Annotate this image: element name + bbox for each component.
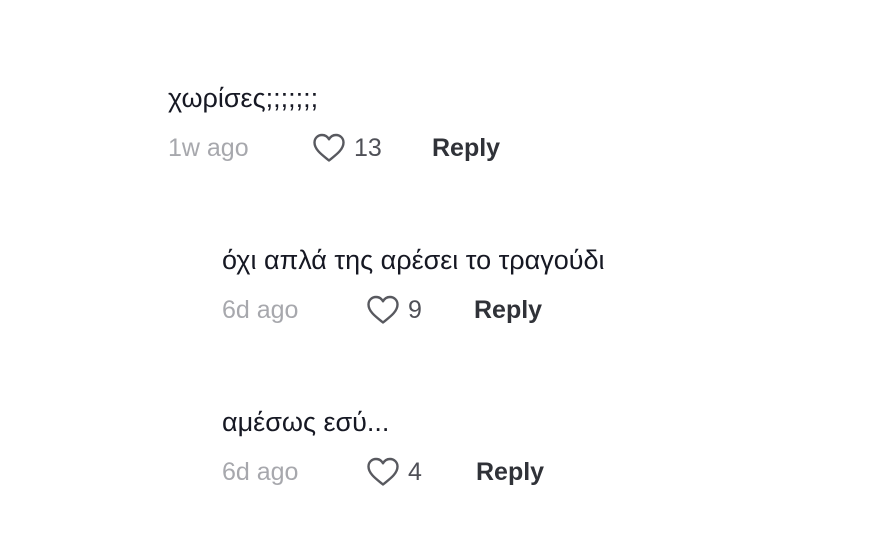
comments-page: { "comments": [ { "text": "χωρίσες;;;;;;… <box>0 0 880 539</box>
comment-timestamp: 1w ago <box>168 134 249 162</box>
like-count: 4 <box>408 458 422 486</box>
comment-timestamp: 6d ago <box>222 296 299 324</box>
reply-comment-item: όχι απλά της αρέσει το τραγούδι 6d ago 9… <box>222 242 605 328</box>
heart-outline-icon[interactable] <box>312 133 346 163</box>
reply-button[interactable]: Reply <box>476 454 544 490</box>
reply-comment-item: αμέσως εσύ... 6d ago 4 Reply <box>222 404 544 490</box>
reply-button[interactable]: Reply <box>474 292 542 328</box>
comment-meta: 6d ago 9 Reply <box>222 292 605 328</box>
like-button[interactable]: 9 <box>366 292 422 328</box>
like-count: 9 <box>408 296 422 324</box>
comment-text: αμέσως εσύ... <box>222 407 390 437</box>
comment-timestamp: 6d ago <box>222 458 299 486</box>
comment-text: χωρίσες;;;;;;; <box>168 83 319 113</box>
comment-item: χωρίσες;;;;;;; 1w ago 13 Reply <box>168 80 500 166</box>
like-count: 13 <box>354 134 382 162</box>
comment-meta: 1w ago 13 Reply <box>168 130 500 166</box>
comment-meta: 6d ago 4 Reply <box>222 454 544 490</box>
heart-outline-icon[interactable] <box>366 457 400 487</box>
like-button[interactable]: 13 <box>312 130 382 166</box>
reply-button[interactable]: Reply <box>432 130 500 166</box>
comment-text: όχι απλά της αρέσει το τραγούδι <box>222 245 605 275</box>
like-button[interactable]: 4 <box>366 454 422 490</box>
heart-outline-icon[interactable] <box>366 295 400 325</box>
